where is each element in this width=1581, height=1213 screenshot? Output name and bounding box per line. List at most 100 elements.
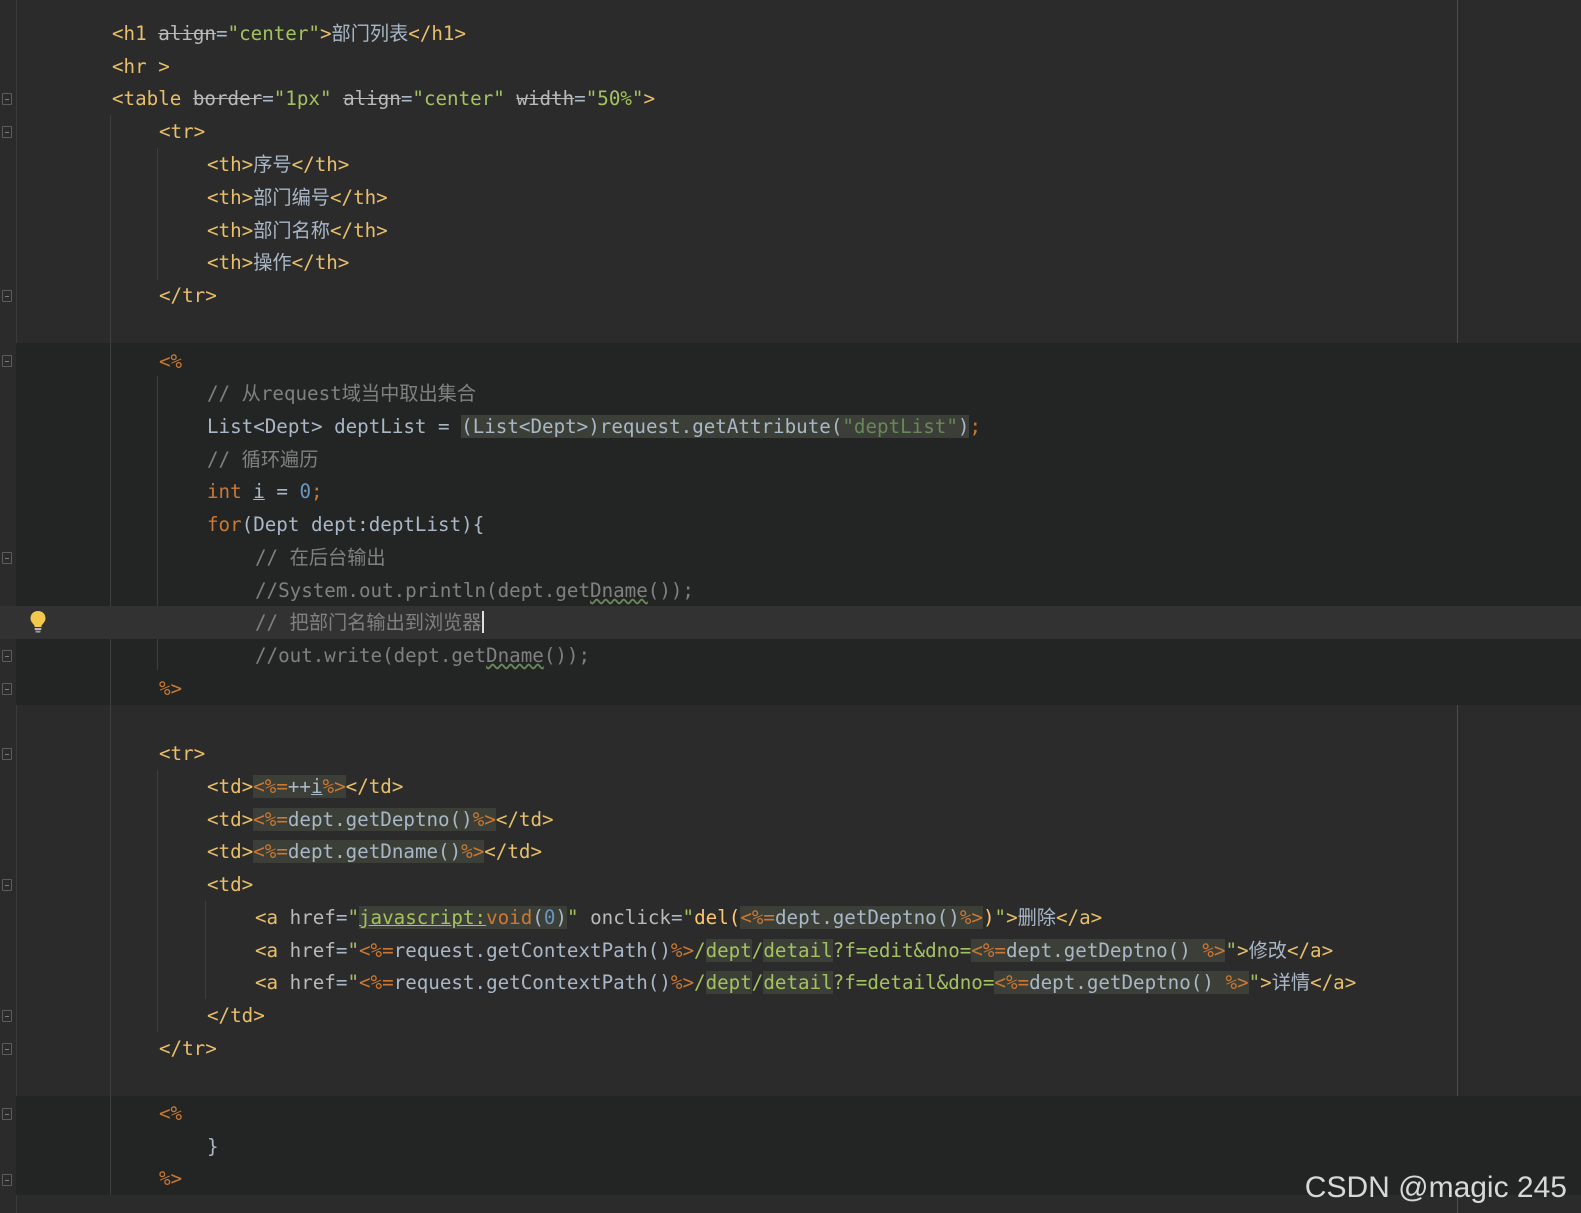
code-line[interactable]: <th>序号</th> xyxy=(0,148,1581,181)
scriptlet-delimiter: %> xyxy=(159,677,183,700)
code-line[interactable]: } xyxy=(0,1130,1581,1163)
expression-delimiter: %> xyxy=(322,775,346,798)
spelling-warning: Dname xyxy=(486,644,544,667)
expression-delimiter: %> xyxy=(1202,939,1226,962)
text-content: 部门列表 xyxy=(331,22,409,45)
code-comment: ()); xyxy=(543,644,591,667)
code-line[interactable]: %> xyxy=(0,672,1581,705)
code-editor[interactable]: <h1 align="center">部门列表</h1> <hr > <tabl… xyxy=(0,0,1581,1213)
code-line[interactable]: <table border="1px" align="center" width… xyxy=(0,82,1581,115)
expression-delimiter: <%= xyxy=(359,971,394,994)
code-line[interactable]: </td> xyxy=(0,999,1581,1032)
html-tag: > xyxy=(1260,971,1272,994)
code-line[interactable]: <td><%=dept.getDname()%></td> xyxy=(0,835,1581,868)
path-separator: / xyxy=(751,971,764,994)
code-line[interactable]: <% xyxy=(0,345,1581,378)
lightbulb-icon[interactable] xyxy=(29,610,47,634)
expression-delimiter: %> xyxy=(461,840,485,863)
code-text: request.getContextPath() xyxy=(393,939,671,962)
code-line[interactable]: <th>部门名称</th> xyxy=(0,214,1581,247)
function-call: del( xyxy=(694,906,741,929)
text-content: 详情 xyxy=(1271,971,1311,994)
code-line[interactable]: //System.out.println(dept.getDname()); xyxy=(0,574,1581,607)
html-tag: <a xyxy=(255,906,290,929)
code-line[interactable]: // 在后台输出 xyxy=(0,541,1581,574)
code-line[interactable]: <td><%=dept.getDeptno()%></td> xyxy=(0,803,1581,836)
keyword: void xyxy=(486,906,533,929)
text-content: 部门名称 xyxy=(253,219,330,242)
code-line[interactable]: <a href="<%=request.getContextPath()%>/d… xyxy=(0,966,1581,999)
code-line[interactable]: // 循环遍历 xyxy=(0,443,1581,476)
expression-delimiter: %> xyxy=(959,906,983,929)
attribute-value: " xyxy=(347,971,359,994)
attribute-value: " xyxy=(1225,939,1238,962)
code-text: dept.getDeptno() xyxy=(774,906,960,929)
code-text: ) xyxy=(555,906,567,929)
code-text: ) xyxy=(957,415,970,438)
attribute-name: border xyxy=(192,87,263,110)
scriptlet-delimiter: <% xyxy=(159,350,183,373)
code-line[interactable]: <a href="javascript:void(0)" onclick="de… xyxy=(0,901,1581,934)
variable: i xyxy=(310,775,323,798)
spelling-warning: Dname xyxy=(590,579,648,602)
operator: = xyxy=(335,939,348,962)
code-line[interactable]: </tr> xyxy=(0,279,1581,312)
attribute-value: "center" xyxy=(412,87,505,110)
attribute-value: " xyxy=(994,906,1007,929)
code-line[interactable]: <tr> xyxy=(0,737,1581,770)
attribute-value: " xyxy=(682,906,695,929)
operator: = xyxy=(335,971,348,994)
text-content: 删除 xyxy=(1017,906,1056,929)
html-tag: </h1> xyxy=(408,22,467,45)
code-line[interactable]: <a href="<%=request.getContextPath()%>/d… xyxy=(0,934,1581,967)
code-text: dept.getDeptno() xyxy=(1029,971,1226,994)
code-line[interactable]: //out.write(dept.getDname()); xyxy=(0,639,1581,672)
code-line[interactable]: <td> xyxy=(0,868,1581,901)
html-tag: </tr> xyxy=(159,1037,217,1060)
html-tag: <th> xyxy=(207,186,254,209)
query-string: ?f=edit&dno= xyxy=(832,939,972,962)
html-tag: > xyxy=(319,22,332,45)
code-line[interactable]: <hr > xyxy=(0,50,1581,83)
code-line[interactable]: int i = 0; xyxy=(0,475,1581,508)
javascript-protocol: javascript: xyxy=(359,906,487,929)
text-content: 修改 xyxy=(1248,939,1287,962)
expression-delimiter: <%= xyxy=(971,939,1006,962)
code-line[interactable]: <% xyxy=(0,1097,1581,1130)
attribute-name: width xyxy=(516,87,575,110)
expression-delimiter: <%= xyxy=(253,808,288,831)
code-comment: // 把部门名输出到浏览器 xyxy=(255,611,482,634)
code-text: request.getContextPath() xyxy=(393,971,671,994)
code-line[interactable]: for(Dept dept:deptList){ xyxy=(0,508,1581,541)
code-line[interactable]: List<Dept> deptList = (List<Dept>)reques… xyxy=(0,410,1581,443)
code-line[interactable]: <tr> xyxy=(0,115,1581,148)
code-text: } xyxy=(207,1135,219,1158)
text-content: 操作 xyxy=(253,251,292,274)
html-tag: </td> xyxy=(345,775,404,798)
scriptlet-delimiter: %> xyxy=(159,1167,183,1190)
attribute-name: href xyxy=(289,939,336,962)
scriptlet-delimiter: <% xyxy=(159,1102,183,1125)
html-tag: <tr> xyxy=(159,120,206,143)
attribute-value: " xyxy=(347,939,359,962)
html-tag: <a xyxy=(255,939,290,962)
code-line[interactable]: <h1 align="center">部门列表</h1> xyxy=(0,17,1581,50)
html-tag: <h1 xyxy=(112,22,159,45)
semicolon: ; xyxy=(969,415,982,438)
code-line[interactable]: // 从request域当中取出集合 xyxy=(0,377,1581,410)
code-line[interactable]: <th>操作</th> xyxy=(0,246,1581,279)
code-comment: //out.write(dept.get xyxy=(255,644,487,667)
code-text: (List<Dept>)request.getAttribute( xyxy=(461,415,843,438)
html-tag: </td> xyxy=(207,1004,265,1027)
operator: = xyxy=(574,87,586,110)
html-tag: </tr> xyxy=(159,284,217,307)
path-segment: detail xyxy=(763,971,833,994)
code-line[interactable]: <th>部门编号</th> xyxy=(0,181,1581,214)
html-tag: </th> xyxy=(291,251,350,274)
code-line[interactable]: <td><%=++i%></td> xyxy=(0,770,1581,803)
attribute-value: "center" xyxy=(227,22,320,45)
current-code-line[interactable]: // 把部门名输出到浏览器 xyxy=(0,606,1581,639)
code-line[interactable]: </tr> xyxy=(0,1032,1581,1065)
